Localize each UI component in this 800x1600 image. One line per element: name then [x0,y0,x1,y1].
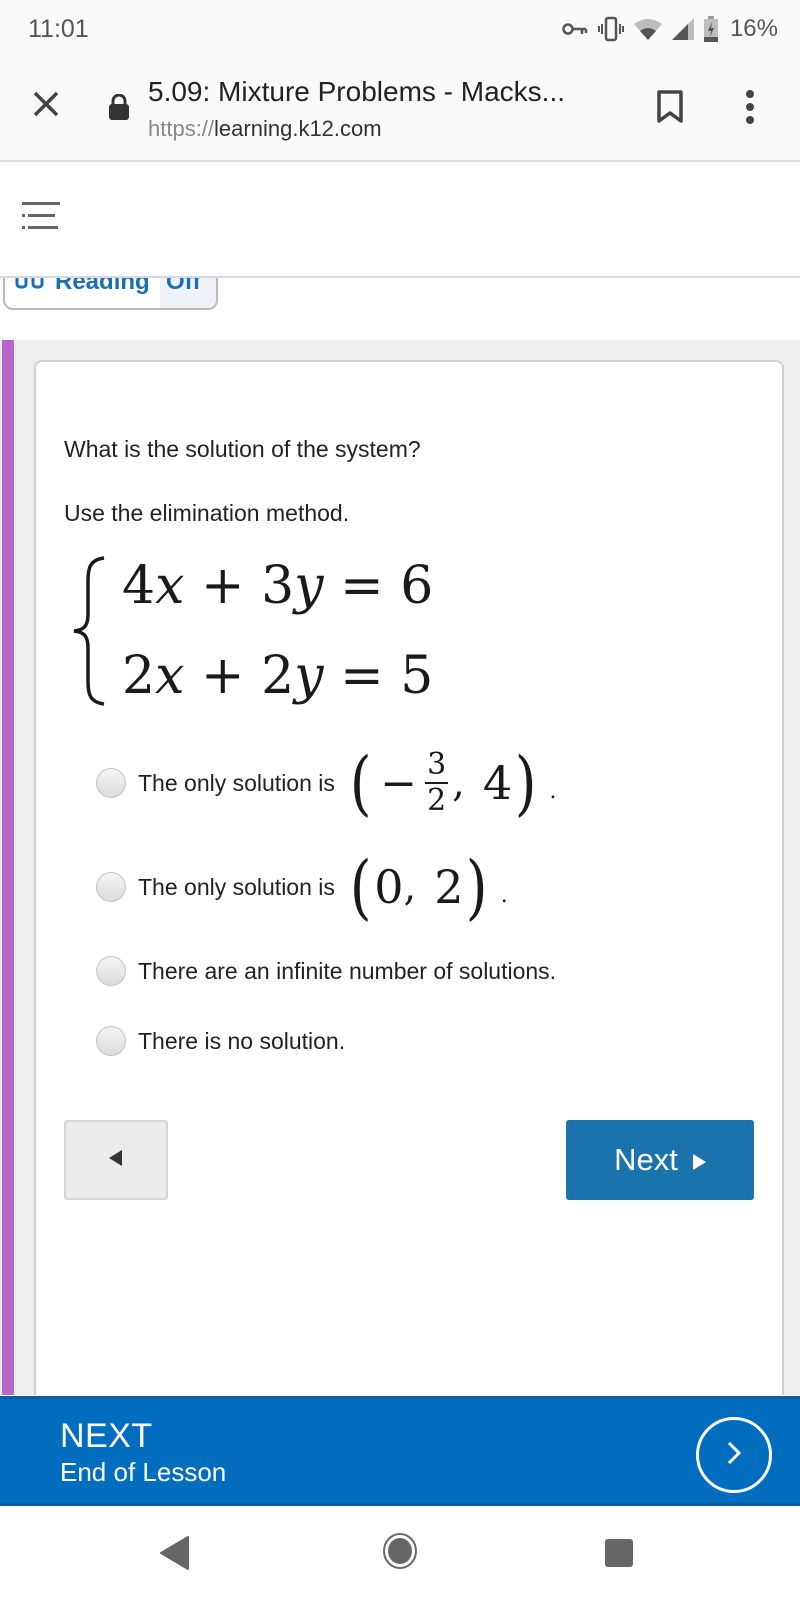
close-paren: ) [466,846,489,928]
wifi-icon [633,18,662,40]
operator: + [200,556,245,616]
var-y: y [294,556,324,616]
y-value: 2 [434,860,464,914]
period: . [549,779,557,804]
question-prompt: What is the solution of the system? [64,436,421,462]
left-brace-icon [70,556,110,711]
previous-button[interactable] [64,1120,168,1200]
status-bar: 11:01 16% [0,0,800,58]
coef-a: 4 [122,556,156,616]
app-header [0,162,800,278]
battery-percent: 16% [729,15,778,42]
open-paren: ( [349,742,372,824]
coef-b: 3 [261,556,295,616]
var-y: y [294,646,324,706]
answer-option-3[interactable]: There are an infinite number of solution… [96,956,556,986]
system-home-button[interactable] [382,1532,418,1575]
lock-icon [108,93,130,125]
triangle-left-icon [109,1149,123,1171]
system-back-button[interactable] [160,1536,190,1575]
constant: 6 [400,556,434,616]
list-menu-icon [20,202,62,238]
var-x: x [155,556,185,616]
fraction: 3 2 [425,747,449,818]
radio-button[interactable] [96,768,126,798]
cell-signal-icon [671,18,694,40]
system-navigation-bar [0,1506,800,1600]
answer-option-4[interactable]: There is no solution. [96,1026,345,1056]
home-circle-icon [382,1533,418,1574]
option-math: ( 0 , 2 ) . [347,852,508,922]
triangle-right-icon [692,1142,706,1178]
vpn-key-icon [562,21,588,37]
next-label: Next [614,1142,678,1177]
accent-stripe [2,340,14,1395]
constant: 5 [400,646,434,706]
denominator: 2 [427,783,447,818]
close-tab-button[interactable] [28,88,64,124]
close-paren: ) [514,742,537,824]
battery-charging-icon [703,16,718,42]
option-text: There is no solution. [138,1027,346,1054]
option-math: ( − 3 2 , 4 ) . [347,748,557,818]
period: . [500,883,508,908]
option-text: The only solution is [138,873,335,900]
option-text: There are an infinite number of solution… [138,957,557,984]
equals: = [340,556,384,616]
page-title: 5.09: Mixture Problems - Macks... [148,76,566,107]
vibrate-icon [597,16,624,42]
question-instruction: Use the elimination method. [64,500,350,526]
equation-2: 2x + 2y = 5 [122,646,433,706]
back-triangle-icon [160,1536,190,1574]
equals: = [340,646,384,706]
x-value: 0 [374,860,404,914]
next-lesson-bar[interactable]: NEXT End of Lesson [0,1396,800,1506]
next-lesson-button[interactable] [696,1417,772,1493]
url-scheme: https:// [148,116,215,141]
bookmark-icon [656,90,684,128]
status-time: 11:01 [28,14,89,43]
url-host: learning.k12.com [214,116,382,141]
minus-sign: − [380,757,418,809]
numerator: 3 [425,747,449,784]
comma: , [403,864,417,910]
system-recents-button[interactable] [604,1538,634,1573]
equation-system: 4x + 3y = 6 2x + 2y = 5 [70,556,490,716]
bookmark-button[interactable] [656,90,684,129]
recents-square-icon [604,1539,634,1572]
page-url[interactable]: https://learning.k12.com [148,116,382,142]
close-icon [32,90,60,123]
lesson-menu-button[interactable] [20,200,62,234]
open-paren: ( [349,846,372,928]
radio-button[interactable] [96,872,126,902]
more-vert-icon [744,90,756,128]
comma: , [452,760,465,806]
radio-button[interactable] [96,956,126,986]
equation-1: 4x + 3y = 6 [122,556,433,616]
answer-option-2[interactable]: The only solution is ( 0 , 2 ) . [96,852,508,922]
var-x: x [155,646,185,706]
operator: + [200,646,245,706]
answer-option-1[interactable]: The only solution is ( − 3 2 , 4 ) . [96,748,556,818]
next-lesson-title: End of Lesson [60,1457,227,1487]
coef-b: 2 [261,646,295,706]
chevron-right-icon [727,1441,742,1470]
status-icons: 16% [562,15,778,43]
browser-menu-button[interactable] [744,90,756,129]
browser-toolbar: 5.09: Mixture Problems - Macks... https:… [0,58,800,162]
next-button[interactable]: Next [566,1120,754,1200]
option-text: The only solution is [138,769,335,796]
y-value: 4 [482,756,513,810]
coef-a: 2 [122,646,156,706]
radio-button[interactable] [96,1026,126,1056]
next-lesson-label: NEXT [60,1417,153,1455]
